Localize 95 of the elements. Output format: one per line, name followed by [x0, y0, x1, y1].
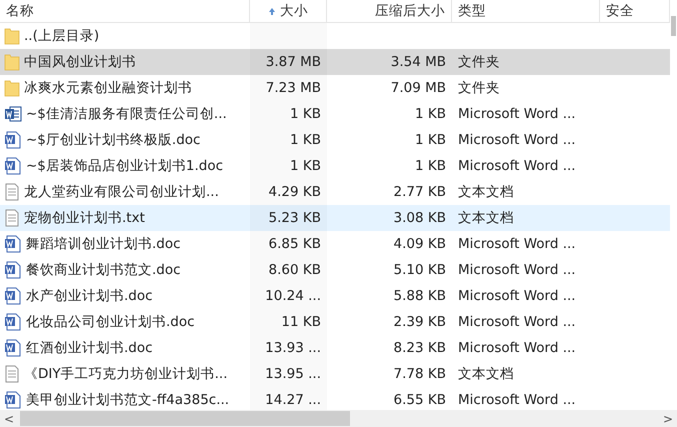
- compressed-size: 5.10 KB: [394, 262, 446, 278]
- file-type: Microsoft Word ...: [458, 236, 576, 252]
- file-size: 3.87 MB: [266, 54, 321, 70]
- word-icon: [4, 339, 22, 357]
- file-type: Microsoft Word ...: [458, 158, 576, 174]
- file-type: Microsoft Word ...: [458, 314, 576, 330]
- file-name: ..(上层目录): [24, 27, 100, 45]
- column-header[interactable]: 名称: [0, 0, 250, 22]
- file-row[interactable]: ~$佳清洁服务有限责任公司创... 1 KB 1 KB Microsoft Word ...: [0, 101, 670, 127]
- file-type: Microsoft Word ...: [458, 132, 576, 148]
- horizontal-scrollbar[interactable]: < >: [0, 410, 677, 427]
- word-icon: [4, 131, 22, 149]
- file-size: 6.85 KB: [268, 236, 321, 252]
- word-icon: [4, 157, 22, 175]
- file-size: 7.23 MB: [266, 80, 321, 96]
- compressed-size: 1 KB: [415, 106, 446, 122]
- file-name: 红酒创业计划书.doc: [26, 339, 153, 357]
- file-row[interactable]: ~$居装饰品店创业计划书1.doc 1 KB 1 KB Microsoft Word ...: [0, 153, 670, 179]
- compressed-size: 2.39 KB: [394, 314, 446, 330]
- file-row[interactable]: 宠物创业计划书.txt 5.23 KB 3.08 KB 文本文档: [0, 205, 670, 231]
- file-type: Microsoft Word ...: [458, 288, 576, 304]
- file-type: 文件夹: [458, 53, 500, 71]
- file-name: 《DIY手工巧克力坊创业计划书...: [24, 365, 228, 383]
- folder-icon: [4, 27, 20, 45]
- file-type: Microsoft Word ...: [458, 106, 576, 122]
- file-name: 中国风创业计划书: [24, 53, 136, 71]
- file-size: 14.27 ...: [265, 392, 321, 408]
- file-size: 1 KB: [290, 158, 321, 174]
- file-type: Microsoft Word ...: [458, 262, 576, 278]
- file-row[interactable]: 水产创业计划书.doc 10.24 ... 5.88 KB Microsoft Word ...: [0, 283, 670, 309]
- file-size: 8.60 KB: [268, 262, 321, 278]
- file-type: Microsoft Word ...: [458, 392, 576, 408]
- scrollbar-thumb[interactable]: [20, 411, 350, 426]
- compressed-size: 2.77 KB: [394, 184, 446, 200]
- word-icon: [4, 235, 22, 253]
- file-row[interactable]: 红酒创业计划书.doc 13.93 ... 8.23 KB Microsoft Word ...: [0, 335, 670, 361]
- file-name: 餐饮商业计划书范文.doc: [26, 261, 181, 279]
- file-row[interactable]: 龙人堂药业有限公司创业计划... 4.29 KB 2.77 KB 文本文档: [0, 179, 670, 205]
- file-size: 13.95 ...: [265, 366, 321, 382]
- compressed-size: 1 KB: [415, 132, 446, 148]
- word-icon: [4, 391, 22, 409]
- file-type: 文本文档: [458, 209, 514, 227]
- file-row[interactable]: 中国风创业计划书 3.87 MB 3.54 MB 文件夹: [0, 49, 670, 75]
- file-row[interactable]: 餐饮商业计划书范文.doc 8.60 KB 5.10 KB Microsoft Word ...: [0, 257, 670, 283]
- scroll-left-button[interactable]: <: [0, 412, 18, 426]
- word-icon: [4, 261, 22, 279]
- column-header[interactable]: 类型: [452, 0, 600, 22]
- file-type: 文本文档: [458, 183, 514, 201]
- text-file-icon: [4, 365, 20, 383]
- text-file-icon: [4, 183, 20, 201]
- file-size: 1 KB: [290, 132, 321, 148]
- file-name: ~$佳清洁服务有限责任公司创...: [26, 105, 227, 123]
- file-row[interactable]: ..(上层目录): [0, 23, 670, 49]
- file-name: ~$厅创业计划书终极版.doc: [26, 131, 200, 149]
- file-type: 文本文档: [458, 365, 514, 383]
- file-name: ~$居装饰品店创业计划书1.doc: [26, 157, 224, 175]
- word-icon: [4, 313, 22, 331]
- column-header[interactable]: 大小: [250, 0, 327, 22]
- file-type: Microsoft Word ...: [458, 340, 576, 356]
- folder-icon: [4, 53, 20, 71]
- column-header[interactable]: 压缩后大小: [327, 0, 452, 22]
- file-size: 11 KB: [281, 314, 321, 330]
- file-size: 5.23 KB: [268, 210, 321, 226]
- compressed-size: 4.09 KB: [394, 236, 446, 252]
- file-size: 4.29 KB: [268, 184, 321, 200]
- file-size: 1 KB: [290, 106, 321, 122]
- file-name: 舞蹈培训创业计划书.doc: [26, 235, 181, 253]
- file-row[interactable]: 《DIY手工巧克力坊创业计划书... 13.95 ... 7.78 KB 文本文档: [0, 361, 670, 387]
- word-icon: [4, 287, 22, 305]
- file-row[interactable]: 冰爽水元素创业融资计划书 7.23 MB 7.09 MB 文件夹: [0, 75, 670, 101]
- file-row[interactable]: 舞蹈培训创业计划书.doc 6.85 KB 4.09 KB Microsoft Word ...: [0, 231, 670, 257]
- file-row[interactable]: 化妆品公司创业计划书.doc 11 KB 2.39 KB Microsoft Word ...: [0, 309, 670, 335]
- file-name: 冰爽水元素创业融资计划书: [24, 79, 192, 97]
- folder-icon: [4, 79, 20, 97]
- file-type: 文件夹: [458, 79, 500, 97]
- file-name: 美甲创业计划书范文-ff4a385c...: [26, 391, 230, 409]
- compressed-size: 5.88 KB: [394, 288, 446, 304]
- file-row[interactable]: ~$厅创业计划书终极版.doc 1 KB 1 KB Microsoft Word ...: [0, 127, 670, 153]
- file-size: 13.93 ...: [265, 340, 321, 356]
- file-name: 宠物创业计划书.txt: [24, 209, 145, 227]
- sort-arrow-icon: [268, 7, 276, 15]
- word-icon: [4, 105, 22, 123]
- file-name: 化妆品公司创业计划书.doc: [26, 313, 195, 331]
- compressed-size: 6.55 KB: [394, 392, 446, 408]
- scroll-right-button[interactable]: >: [658, 412, 677, 426]
- compressed-size: 3.08 KB: [394, 210, 446, 226]
- compressed-size: 1 KB: [415, 158, 446, 174]
- compressed-size: 8.23 KB: [394, 340, 446, 356]
- file-size: 10.24 ...: [265, 288, 321, 304]
- compressed-size: 7.09 MB: [390, 80, 446, 96]
- compressed-size: 3.54 MB: [390, 54, 446, 70]
- file-name: 龙人堂药业有限公司创业计划...: [24, 183, 219, 201]
- text-file-icon: [4, 209, 20, 227]
- file-name: 水产创业计划书.doc: [26, 287, 153, 305]
- compressed-size: 7.78 KB: [394, 366, 446, 382]
